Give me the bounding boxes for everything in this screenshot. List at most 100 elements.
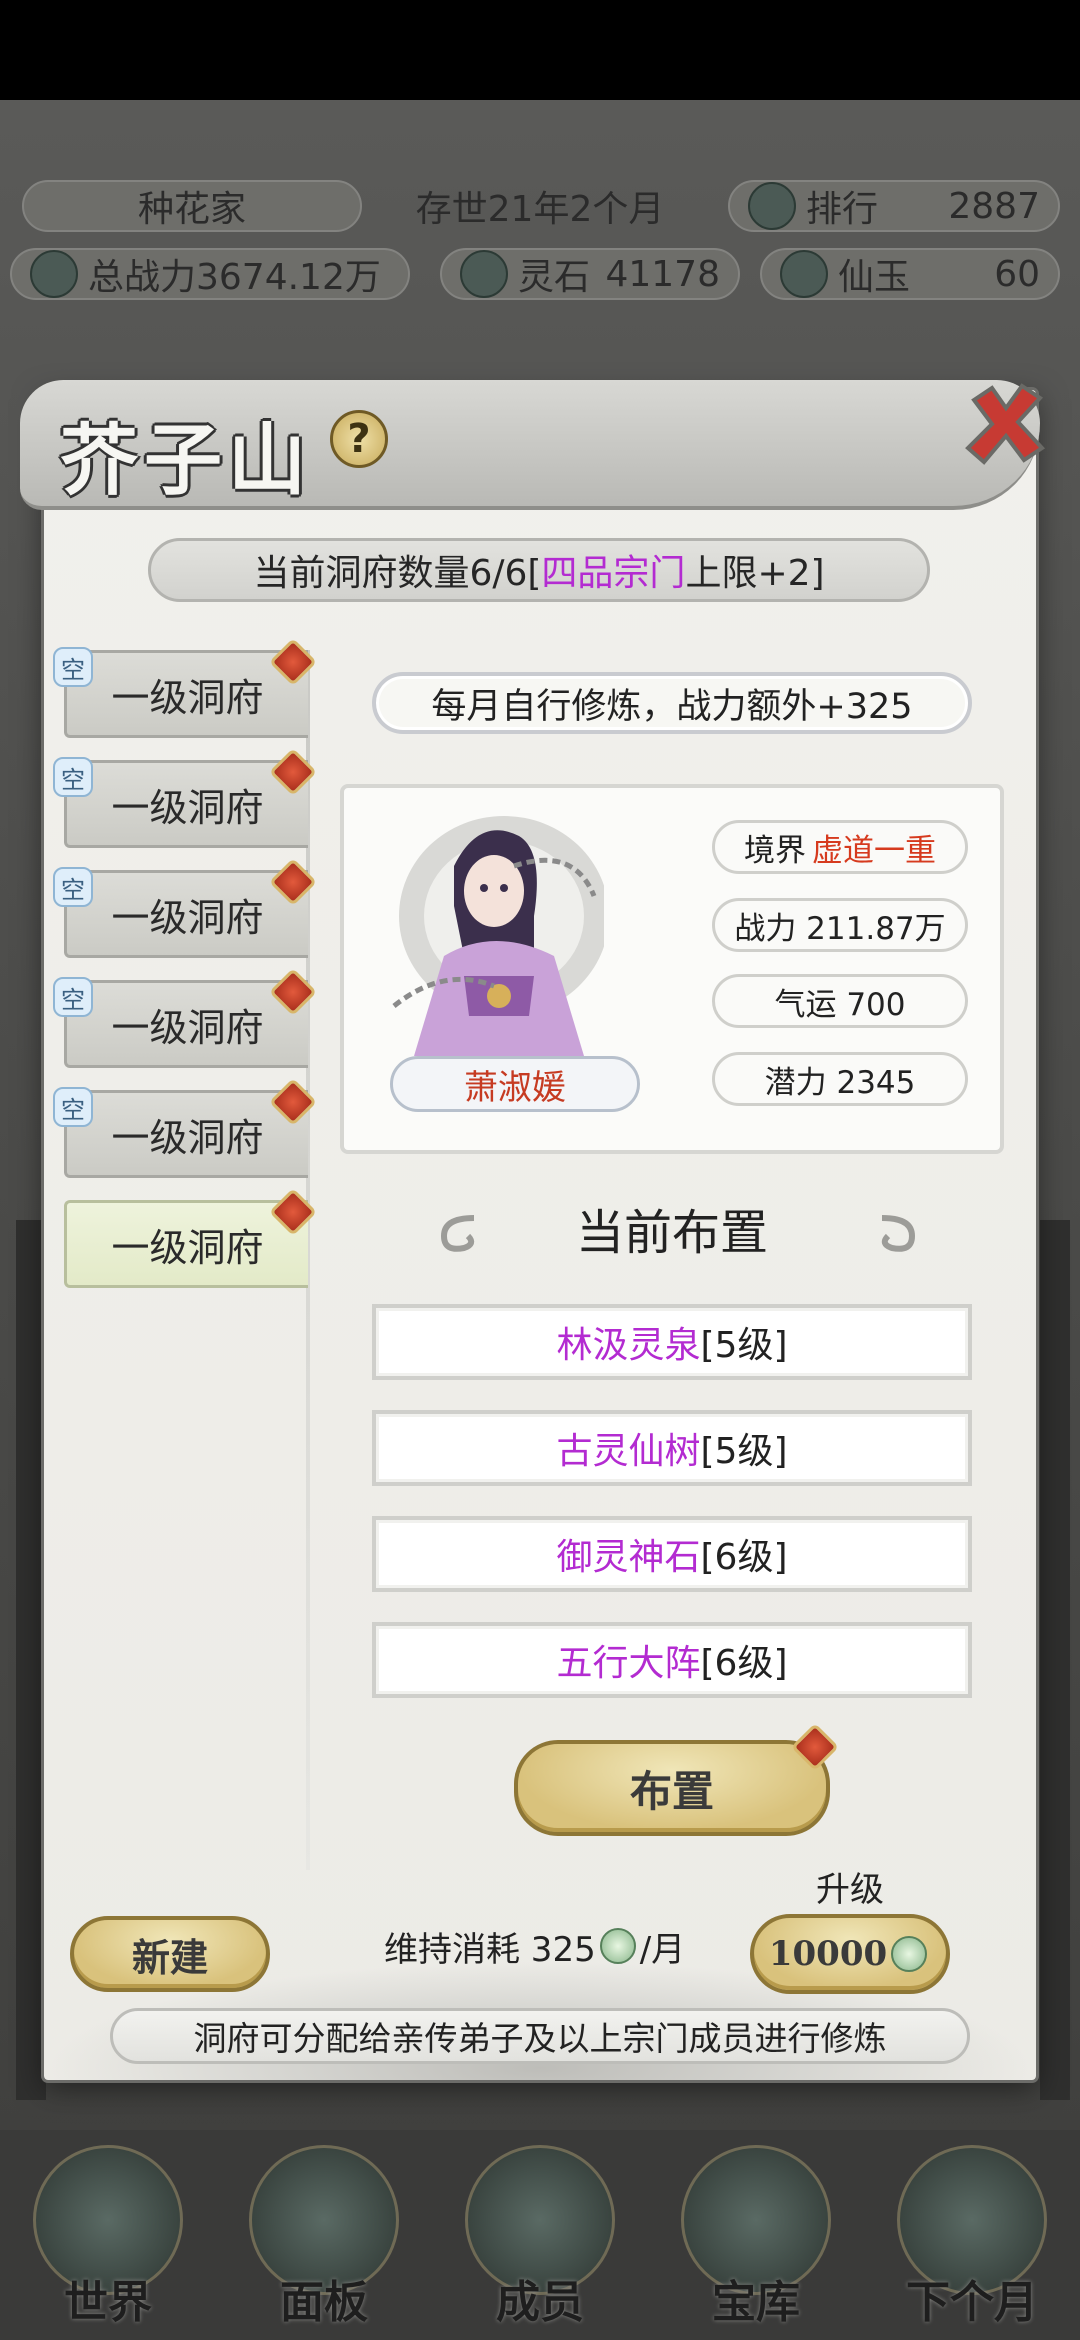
nav-panel-label: 面板 [280,2277,368,2328]
empty-badge: 空 [53,757,93,797]
close-icon [965,383,1046,465]
upgrade-button[interactable]: 10000 [750,1914,950,1994]
building-level: [5级] [700,1325,788,1366]
maintenance-suffix: /月 [639,1929,686,1970]
maintenance-cost: 维持消耗 325 /月 [384,1916,685,1976]
rank-display[interactable]: 排行 2887 [728,180,1060,232]
jade-label: 仙玉 [838,257,911,298]
disciple-potential: 潜力 2345 [712,1052,968,1106]
nav-world[interactable]: 世界 [0,2130,216,2340]
nav-world-label: 世界 [64,2277,152,2328]
spirit-stone-display: 灵石 41178 [440,248,740,300]
close-button[interactable] [960,378,1050,468]
cave-item-label: 一级洞府 [111,1225,264,1270]
building-item[interactable]: 林汲灵泉 [5级] [372,1304,972,1380]
realm-value: 虚道一重 [812,832,936,869]
rank-icon [748,182,796,230]
empty-badge: 空 [53,867,93,907]
empty-badge: 空 [53,647,93,687]
spirit-stone-value: 41178 [605,253,720,295]
realm-label: 境界 [744,832,806,869]
upgrade-label: 升级 [816,1870,884,1910]
cave-item-4[interactable]: 空 一级洞府 [53,967,318,1068]
background-panel-right [1040,1220,1070,2100]
empty-badge: 空 [53,977,93,1017]
building-level: [6级] [700,1537,788,1578]
empty-badge: 空 [53,1087,93,1127]
cave-count-prefix: 当前洞府数量6/6[ [253,553,542,594]
sect-name: 种花家 [22,180,362,232]
disciple-potential-text: 潜力 2345 [764,1064,916,1101]
disciple-power: 战力 211.87万 [712,898,968,952]
nav-panel[interactable]: 面板 [216,2130,432,2340]
disciple-card[interactable]: 萧淑媛 境界 虚道一重 战力 211.87万 气运 700 潜力 2345 [340,784,1004,1154]
spirit-stone-icon [599,1928,636,1964]
power-icon [30,250,78,298]
nav-treasury[interactable]: 宝库 [648,2130,864,2340]
cave-item-label: 一级洞府 [111,1005,264,1050]
cave-item-1[interactable]: 空 一级洞府 [53,637,318,738]
sect-age: 存世21年2个月 [360,180,720,232]
arrange-button[interactable]: 布置 [514,1722,840,1836]
cave-item-5[interactable]: 空 一级洞府 [53,1077,318,1178]
cave-item-2[interactable]: 空 一级洞府 [53,747,318,848]
scroll-ornament-right-icon [881,1215,916,1252]
modal-title: 芥子山 [60,415,313,506]
cave-item-label: 一级洞府 [111,1115,264,1160]
footer-note-text: 洞府可分配给亲传弟子及以上宗门成员进行修炼 [193,2019,887,2058]
top-info-bar: 种花家 存世21年2个月 排行 2887 总战力3674.12万 灵石 4117… [0,170,1080,320]
cave-item-label: 一级洞府 [111,785,264,830]
bottom-nav: 世界 面板 成员 宝库 下个月 [0,2130,1080,2340]
status-bar [0,0,1080,100]
nav-next-month[interactable]: 下个月 [864,2130,1080,2340]
sect-name-text: 种花家 [137,189,246,230]
background-panel-left [16,1220,46,2100]
cave-count-bar: 当前洞府数量6/6[四品宗门 上限+2] [148,538,930,602]
jade-display: 仙玉 60 [760,248,1060,300]
building-item[interactable]: 古灵仙树 [5级] [372,1410,972,1486]
footer-note: 洞府可分配给亲传弟子及以上宗门成员进行修炼 [110,2008,970,2064]
new-cave-button-label: 新建 [131,1934,208,1980]
cultivation-bonus: 每月自行修炼，战力额外+325 [372,672,972,734]
disciple-luck: 气运 700 [712,974,968,1028]
cave-item-6-selected[interactable]: 一级洞府 [64,1187,318,1288]
cave-count-suffix: 上限+2] [685,553,825,594]
building-name: 林汲灵泉 [556,1325,701,1366]
modal-header: 芥子山 ? [20,380,1040,510]
help-icon[interactable]: ? [330,410,388,468]
nav-members[interactable]: 成员 [432,2130,648,2340]
disciple-power-text: 战力 211.87万 [734,910,946,947]
total-power-text: 总战力3674.12万 [88,257,381,298]
arrange-button-label: 布置 [629,1766,714,1816]
cultivation-bonus-text: 每月自行修炼，战力额外+325 [431,686,913,727]
cave-item-3[interactable]: 空 一级洞府 [53,857,318,958]
nav-next-month-label: 下个月 [906,2277,1038,2328]
disciple-realm: 境界 虚道一重 [712,820,968,874]
sect-age-text: 存世21年2个月 [415,189,665,230]
disciple-name-text: 萧淑媛 [464,1067,566,1108]
spirit-stone-label: 灵石 [518,257,591,298]
disciple-portrait [384,806,609,1056]
new-cave-button[interactable]: 新建 [70,1916,270,1992]
building-item[interactable]: 御灵神石 [6级] [372,1516,972,1592]
building-name: 五行大阵 [556,1643,701,1684]
rank-label: 排行 [806,189,879,230]
spirit-stone-icon [891,1936,928,1972]
jade-icon [780,250,828,298]
building-name: 古灵仙树 [556,1431,701,1472]
layout-title-text: 当前布置 [575,1205,768,1261]
sect-rank-highlight: 四品宗门 [541,553,686,594]
building-level: [5级] [700,1431,788,1472]
cave-item-label: 一级洞府 [111,675,264,720]
spirit-stone-icon [460,250,508,298]
disciple-name: 萧淑媛 [390,1056,640,1112]
building-name: 御灵神石 [556,1537,701,1578]
disciple-luck-text: 气运 700 [774,986,906,1023]
jade-value: 60 [994,253,1040,295]
upgrade-cost: 10000 [768,1934,888,1974]
maintenance-prefix: 维持消耗 325 [384,1929,596,1970]
nav-members-label: 成员 [496,2277,584,2328]
cave-item-label: 一级洞府 [111,895,264,940]
building-item[interactable]: 五行大阵 [6级] [372,1622,972,1698]
rank-value: 2887 [948,185,1040,227]
